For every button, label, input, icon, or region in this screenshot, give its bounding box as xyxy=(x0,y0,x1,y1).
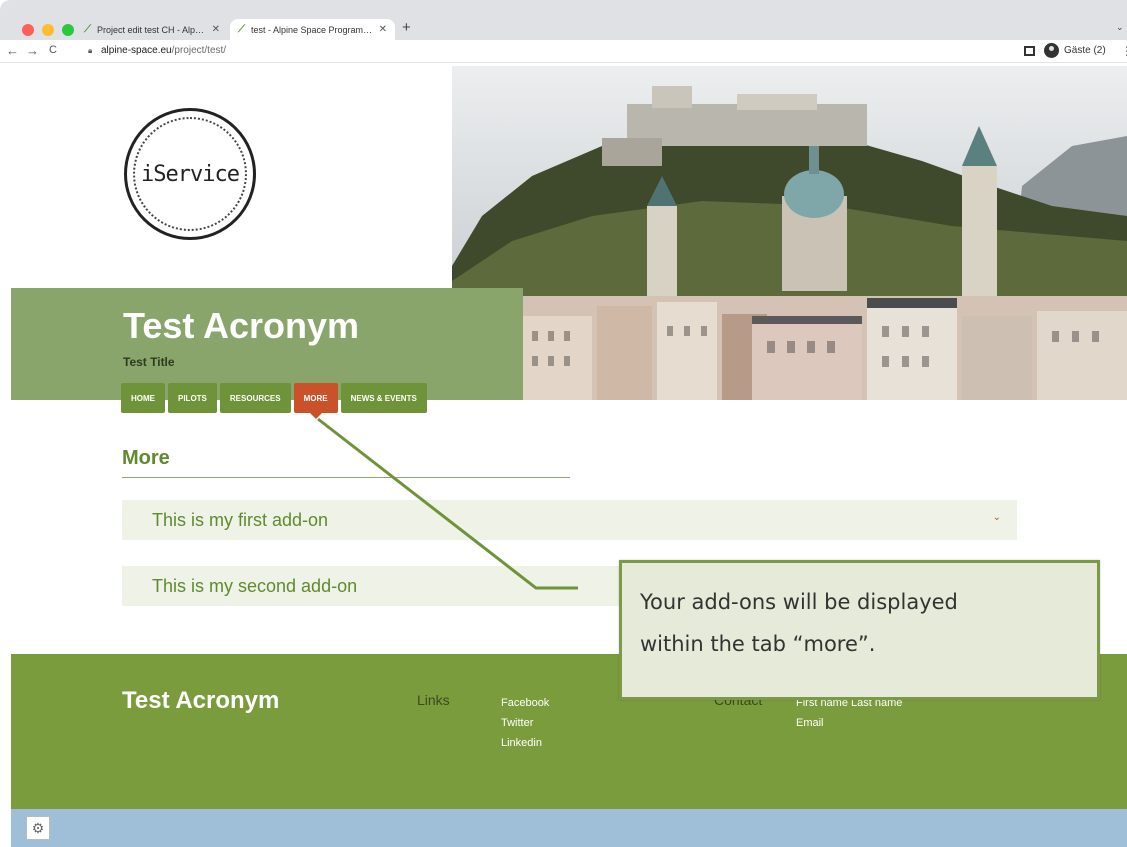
section-title: More xyxy=(122,447,170,469)
nav-item-resources[interactable]: RESOURCES xyxy=(219,383,291,413)
new-tab-button[interactable]: + xyxy=(402,19,411,36)
profile-avatar-icon xyxy=(1044,43,1059,58)
close-window-button[interactable] xyxy=(22,24,34,36)
chevron-down-icon[interactable]: ⌄ xyxy=(993,512,1001,523)
tab-search-chevron-icon[interactable]: ⌄ xyxy=(1116,22,1124,33)
side-panel-icon[interactable] xyxy=(1024,46,1035,56)
url-path: /project/test/ xyxy=(171,45,227,56)
nav-item-news-events[interactable]: NEWS & EVENTS xyxy=(340,383,427,413)
url-domain: alpine-space.eu xyxy=(101,45,172,56)
maximize-window-button[interactable] xyxy=(62,24,74,36)
footer-contact-email[interactable]: Email xyxy=(796,713,902,733)
logo-dotted-ring: iService xyxy=(133,117,247,231)
nav-item-more[interactable]: MORE xyxy=(293,383,338,419)
site-favicon-icon: ⟋ xyxy=(238,24,245,35)
footer-link-twitter[interactable]: Twitter xyxy=(501,713,549,733)
addon-label: This is my second add-on xyxy=(152,575,358,596)
browser-tab-test[interactable]: ⟋ test - Alpine Space Programme ✕ xyxy=(230,19,395,40)
address-bar[interactable]: alpine-space.eu/project/test/ xyxy=(101,45,226,56)
profile-button[interactable]: Gäste (2) xyxy=(1044,43,1106,58)
footer-acronym: Test Acronym xyxy=(122,687,280,714)
callout-line-2: within the tab “more”. xyxy=(640,632,876,656)
callout-line-1: Your add-ons will be displayed xyxy=(640,590,958,614)
project-acronym: Test Acronym xyxy=(123,305,360,346)
nav-item-pilots[interactable]: PILOTS xyxy=(168,383,217,413)
project-nav: HOME PILOTS RESOURCES MORE NEWS & EVENTS xyxy=(121,383,427,419)
minimize-window-button[interactable] xyxy=(42,24,54,36)
window-controls xyxy=(22,24,74,36)
project-title: Test Title xyxy=(123,355,175,369)
site-logo[interactable]: iService xyxy=(124,108,256,240)
tab-bar: ⟋ Project edit test CH - Alpine Sp ✕ ⟋ t… xyxy=(0,0,1127,40)
browser-chrome: ⟋ Project edit test CH - Alpine Sp ✕ ⟋ t… xyxy=(0,0,1127,63)
lock-icon[interactable]: 🔒︎ xyxy=(88,46,92,56)
browser-toolbar: ← → C 🔒︎ alpine-space.eu/project/test/ G… xyxy=(0,40,1127,63)
nav-item-home[interactable]: HOME xyxy=(121,383,165,413)
tab-title: Project edit test CH - Alpine Sp xyxy=(97,24,206,35)
hero-image xyxy=(452,66,1127,400)
section-divider xyxy=(122,477,570,478)
browser-tab-project-edit[interactable]: ⟋ Project edit test CH - Alpine Sp ✕ xyxy=(76,19,228,40)
reload-button[interactable]: C xyxy=(49,44,57,56)
bottom-bar: ⚙ xyxy=(11,809,1127,847)
addon-accordion-first[interactable]: This is my first add-on ⌄ xyxy=(122,500,1017,540)
forward-button[interactable]: → xyxy=(26,43,39,58)
back-button[interactable]: ← xyxy=(6,43,19,58)
annotation-callout: Your add-ons will be displayed within th… xyxy=(619,560,1100,700)
footer-links-heading: Links xyxy=(417,692,450,708)
footer-link-facebook[interactable]: Facebook xyxy=(501,693,549,713)
site-favicon-icon: ⟋ xyxy=(84,24,91,35)
addon-label: This is my first add-on xyxy=(152,509,329,530)
logo-text: iService xyxy=(141,161,240,187)
footer-links-list: Facebook Twitter Linkedin xyxy=(501,693,549,753)
profile-label: Gäste (2) xyxy=(1064,45,1106,56)
footer-link-linkedin[interactable]: Linkedin xyxy=(501,733,549,753)
gear-icon[interactable]: ⚙ xyxy=(26,816,50,840)
city-skyline-illustration xyxy=(452,86,1127,400)
tab-title: test - Alpine Space Programme xyxy=(251,24,373,35)
tab-close-icon[interactable]: ✕ xyxy=(212,24,220,35)
browser-menu-icon[interactable]: ⋮ xyxy=(1121,44,1127,58)
web-page: iService Test Acronym Test Title HOME PI… xyxy=(11,63,1127,847)
tab-close-icon[interactable]: ✕ xyxy=(379,24,387,35)
